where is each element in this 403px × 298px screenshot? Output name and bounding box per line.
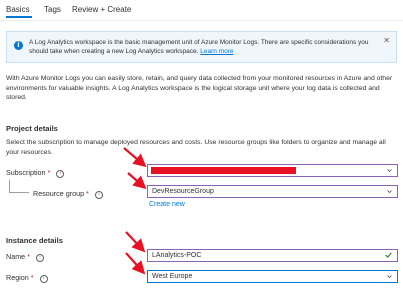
info-circle-icon[interactable]: i [39,275,48,283]
tab-tags[interactable]: Tags [44,5,61,14]
tabs-divider [0,20,403,21]
tree-connector-vertical [9,180,10,192]
project-details-description: Select the subscription to manage deploy… [6,139,386,156]
resource-group-label: Resource group * i [33,189,103,199]
info-banner-text: A Log Analytics workspace is the basic m… [29,38,379,56]
info-circle-icon[interactable]: i [94,191,103,199]
instance-details-heading: Instance details [6,236,63,245]
close-icon[interactable]: ✕ [383,36,390,45]
subscription-dropdown[interactable] [147,164,398,177]
required-marker: * [47,168,51,177]
tab-review-create[interactable]: Review + Create [72,5,131,14]
info-icon: i [14,41,23,50]
learn-more-link[interactable]: Learn more [200,48,233,55]
name-label: Name * i [6,252,44,262]
required-marker: * [30,273,34,282]
annotation-arrow [127,172,147,190]
annotation-arrow [125,231,146,253]
info-circle-icon[interactable]: i [36,254,44,262]
intro-paragraph: With Azure Monitor Logs you can easily s… [6,75,393,101]
create-new-link[interactable]: Create new [149,201,185,208]
chevron-down-icon [387,169,392,172]
chevron-down-icon [387,190,392,193]
region-label: Region * i [6,273,48,283]
chevron-down-icon [387,275,392,278]
tab-basics[interactable]: Basics [6,5,30,14]
name-input[interactable]: LAnalytics-POC [147,249,398,262]
active-tab-indicator [6,16,32,18]
redaction-bar [151,167,296,174]
subscription-label: Subscription * i [6,168,65,178]
project-details-heading: Project details [6,124,58,133]
annotation-arrow [125,252,146,275]
info-circle-icon[interactable]: i [56,170,65,178]
required-marker: * [86,189,89,198]
info-banner: i A Log Analytics workspace is the basic… [6,31,397,63]
info-banner-message: A Log Analytics workspace is the basic m… [29,39,369,55]
region-dropdown[interactable]: West Europe [147,270,398,283]
checkmark-icon [385,252,392,258]
tree-connector-horizontal [9,192,29,193]
required-marker: * [27,252,30,261]
resource-group-dropdown[interactable]: DevResourceGroup [147,185,398,198]
